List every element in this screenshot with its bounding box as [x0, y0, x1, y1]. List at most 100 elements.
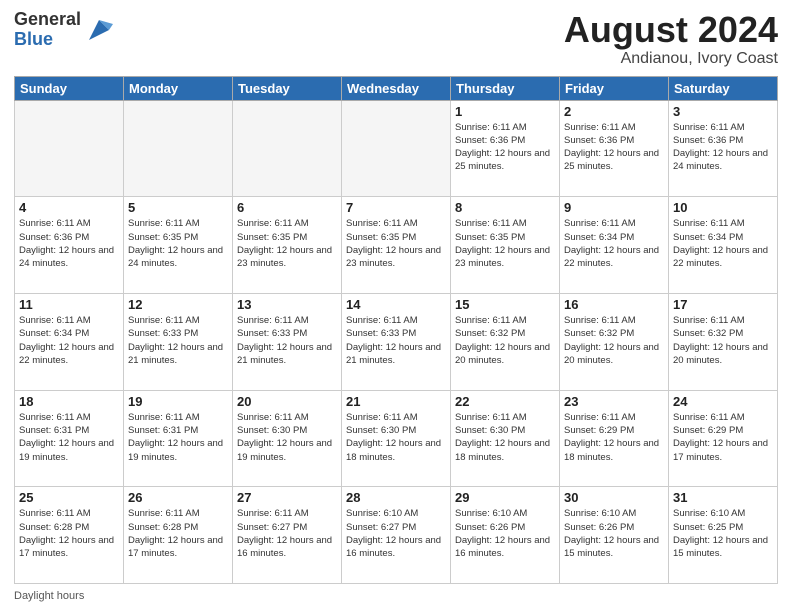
day-number: 28: [346, 490, 446, 505]
day-info: Sunrise: 6:11 AMSunset: 6:34 PMDaylight:…: [673, 217, 773, 270]
calendar-week-2: 4Sunrise: 6:11 AMSunset: 6:36 PMDaylight…: [15, 197, 778, 294]
calendar-cell: 5 Sunrise: 6:11 AMSunset: 6:35 PMDaylight…: [124, 197, 233, 294]
day-number: 14: [346, 297, 446, 312]
day-info: Sunrise: 6:11 AMSunset: 6:34 PMDaylight:…: [564, 217, 664, 270]
day-number: 25: [19, 490, 119, 505]
page: General Blue August 2024 Andianou, Ivory…: [0, 0, 792, 612]
day-info: Sunrise: 6:11 AMSunset: 6:31 PMDaylight:…: [19, 411, 119, 464]
title-block: August 2024 Andianou, Ivory Coast: [564, 10, 778, 68]
day-number: 31: [673, 490, 773, 505]
calendar-cell: 15Sunrise: 6:11 AMSunset: 6:32 PMDayligh…: [451, 293, 560, 390]
day-number: 22: [455, 394, 555, 409]
calendar-cell: 26Sunrise: 6:11 AMSunset: 6:28 PMDayligh…: [124, 487, 233, 584]
calendar-header-row: SundayMondayTuesdayWednesdayThursdayFrid…: [15, 76, 778, 100]
day-info: Sunrise: 6:11 AMSunset: 6:28 PMDaylight:…: [128, 507, 228, 560]
calendar-cell: 23 Sunrise: 6:11 AMSunset: 6:29 PMDayligh…: [560, 390, 669, 487]
day-number: 7: [346, 200, 446, 215]
day-info: Sunrise: 6:11 AMSunset: 6:29 PMDaylight:…: [673, 411, 773, 464]
day-number: 23: [564, 394, 664, 409]
header: General Blue August 2024 Andianou, Ivory…: [14, 10, 778, 68]
day-info: Sunrise: 6:10 AMSunset: 6:26 PMDaylight:…: [564, 507, 664, 560]
calendar-cell: 28 Sunrise: 6:10 AMSunset: 6:27 PMDayligh…: [342, 487, 451, 584]
calendar-cell: 14Sunrise: 6:11 AMSunset: 6:33 PMDayligh…: [342, 293, 451, 390]
day-info: Sunrise: 6:10 AMSunset: 6:26 PMDaylight:…: [455, 507, 555, 560]
day-number: 9: [564, 200, 664, 215]
logo-blue: Blue: [14, 30, 81, 50]
calendar-header-friday: Friday: [560, 76, 669, 100]
calendar-header-saturday: Saturday: [669, 76, 778, 100]
day-info: Sunrise: 6:11 AMSunset: 6:29 PMDaylight:…: [564, 411, 664, 464]
calendar-cell: 29 Sunrise: 6:10 AMSunset: 6:26 PMDayligh…: [451, 487, 560, 584]
day-number: 17: [673, 297, 773, 312]
day-info: Sunrise: 6:11 AMSunset: 6:33 PMDaylight:…: [237, 314, 337, 367]
calendar-cell: 21Sunrise: 6:11 AMSunset: 6:30 PMDayligh…: [342, 390, 451, 487]
calendar-cell: 7Sunrise: 6:11 AMSunset: 6:35 PMDaylight…: [342, 197, 451, 294]
calendar-cell: 17 Sunrise: 6:11 AMSunset: 6:32 PMDayligh…: [669, 293, 778, 390]
day-number: 16: [564, 297, 664, 312]
day-number: 2: [564, 104, 664, 119]
calendar-cell: 18 Sunrise: 6:11 AMSunset: 6:31 PMDayligh…: [15, 390, 124, 487]
day-info: Sunrise: 6:11 AMSunset: 6:30 PMDaylight:…: [455, 411, 555, 464]
calendar-cell: 30 Sunrise: 6:10 AMSunset: 6:26 PMDayligh…: [560, 487, 669, 584]
day-info: Sunrise: 6:11 AMSunset: 6:36 PMDaylight:…: [19, 217, 119, 270]
calendar-cell: 6Sunrise: 6:11 AMSunset: 6:35 PMDaylight…: [233, 197, 342, 294]
day-number: 10: [673, 200, 773, 215]
calendar-cell: 24 Sunrise: 6:11 AMSunset: 6:29 PMDayligh…: [669, 390, 778, 487]
calendar-cell: 11 Sunrise: 6:11 AMSunset: 6:34 PMDayligh…: [15, 293, 124, 390]
calendar-cell: 10 Sunrise: 6:11 AMSunset: 6:34 PMDayligh…: [669, 197, 778, 294]
logo: General Blue: [14, 10, 113, 50]
day-info: Sunrise: 6:11 AMSunset: 6:36 PMDaylight:…: [673, 121, 773, 174]
calendar-cell: 25Sunrise: 6:11 AMSunset: 6:28 PMDayligh…: [15, 487, 124, 584]
day-info: Sunrise: 6:11 AMSunset: 6:27 PMDaylight:…: [237, 507, 337, 560]
calendar-cell: 16 Sunrise: 6:11 AMSunset: 6:32 PMDayligh…: [560, 293, 669, 390]
day-number: 19: [128, 394, 228, 409]
calendar-cell: 2 Sunrise: 6:11 AMSunset: 6:36 PMDaylight…: [560, 100, 669, 197]
day-info: Sunrise: 6:11 AMSunset: 6:31 PMDaylight:…: [128, 411, 228, 464]
calendar-header-monday: Monday: [124, 76, 233, 100]
calendar-cell: 13Sunrise: 6:11 AMSunset: 6:33 PMDayligh…: [233, 293, 342, 390]
footer: Daylight hours: [14, 590, 778, 602]
day-info: Sunrise: 6:11 AMSunset: 6:32 PMDaylight:…: [673, 314, 773, 367]
calendar-cell: [124, 100, 233, 197]
calendar-cell: 12 Sunrise: 6:11 AMSunset: 6:33 PMDayligh…: [124, 293, 233, 390]
day-info: Sunrise: 6:11 AMSunset: 6:30 PMDaylight:…: [237, 411, 337, 464]
day-info: Sunrise: 6:10 AMSunset: 6:25 PMDaylight:…: [673, 507, 773, 560]
calendar-cell: 22 Sunrise: 6:11 AMSunset: 6:30 PMDayligh…: [451, 390, 560, 487]
day-number: 8: [455, 200, 555, 215]
day-number: 20: [237, 394, 337, 409]
day-number: 5: [128, 200, 228, 215]
day-info: Sunrise: 6:11 AMSunset: 6:36 PMDaylight:…: [564, 121, 664, 174]
day-info: Sunrise: 6:11 AMSunset: 6:35 PMDaylight:…: [128, 217, 228, 270]
day-number: 30: [564, 490, 664, 505]
day-number: 12: [128, 297, 228, 312]
day-number: 11: [19, 297, 119, 312]
day-number: 29: [455, 490, 555, 505]
day-number: 18: [19, 394, 119, 409]
calendar-header-thursday: Thursday: [451, 76, 560, 100]
calendar-header-tuesday: Tuesday: [233, 76, 342, 100]
calendar-cell: 20 Sunrise: 6:11 AMSunset: 6:30 PMDayligh…: [233, 390, 342, 487]
day-number: 6: [237, 200, 337, 215]
calendar-table: SundayMondayTuesdayWednesdayThursdayFrid…: [14, 76, 778, 584]
calendar-cell: 3Sunrise: 6:11 AMSunset: 6:36 PMDaylight…: [669, 100, 778, 197]
main-title: August 2024: [564, 10, 778, 50]
calendar-cell: 31 Sunrise: 6:10 AMSunset: 6:25 PMDayligh…: [669, 487, 778, 584]
day-info: Sunrise: 6:11 AMSunset: 6:33 PMDaylight:…: [128, 314, 228, 367]
calendar-cell: 8Sunrise: 6:11 AMSunset: 6:35 PMDaylight…: [451, 197, 560, 294]
calendar-cell: 9 Sunrise: 6:11 AMSunset: 6:34 PMDaylight…: [560, 197, 669, 294]
calendar-cell: [233, 100, 342, 197]
day-info: Sunrise: 6:11 AMSunset: 6:32 PMDaylight:…: [564, 314, 664, 367]
calendar-header-wednesday: Wednesday: [342, 76, 451, 100]
day-info: Sunrise: 6:10 AMSunset: 6:27 PMDaylight:…: [346, 507, 446, 560]
calendar-cell: 1 Sunrise: 6:11 AMSunset: 6:36 PMDaylight…: [451, 100, 560, 197]
calendar-cell: [15, 100, 124, 197]
day-number: 15: [455, 297, 555, 312]
calendar-cell: 4Sunrise: 6:11 AMSunset: 6:36 PMDaylight…: [15, 197, 124, 294]
day-info: Sunrise: 6:11 AMSunset: 6:30 PMDaylight:…: [346, 411, 446, 464]
day-info: Sunrise: 6:11 AMSunset: 6:34 PMDaylight:…: [19, 314, 119, 367]
day-number: 24: [673, 394, 773, 409]
day-info: Sunrise: 6:11 AMSunset: 6:36 PMDaylight:…: [455, 121, 555, 174]
day-number: 1: [455, 104, 555, 119]
logo-text: General Blue: [14, 10, 81, 50]
calendar-week-4: 18 Sunrise: 6:11 AMSunset: 6:31 PMDayligh…: [15, 390, 778, 487]
